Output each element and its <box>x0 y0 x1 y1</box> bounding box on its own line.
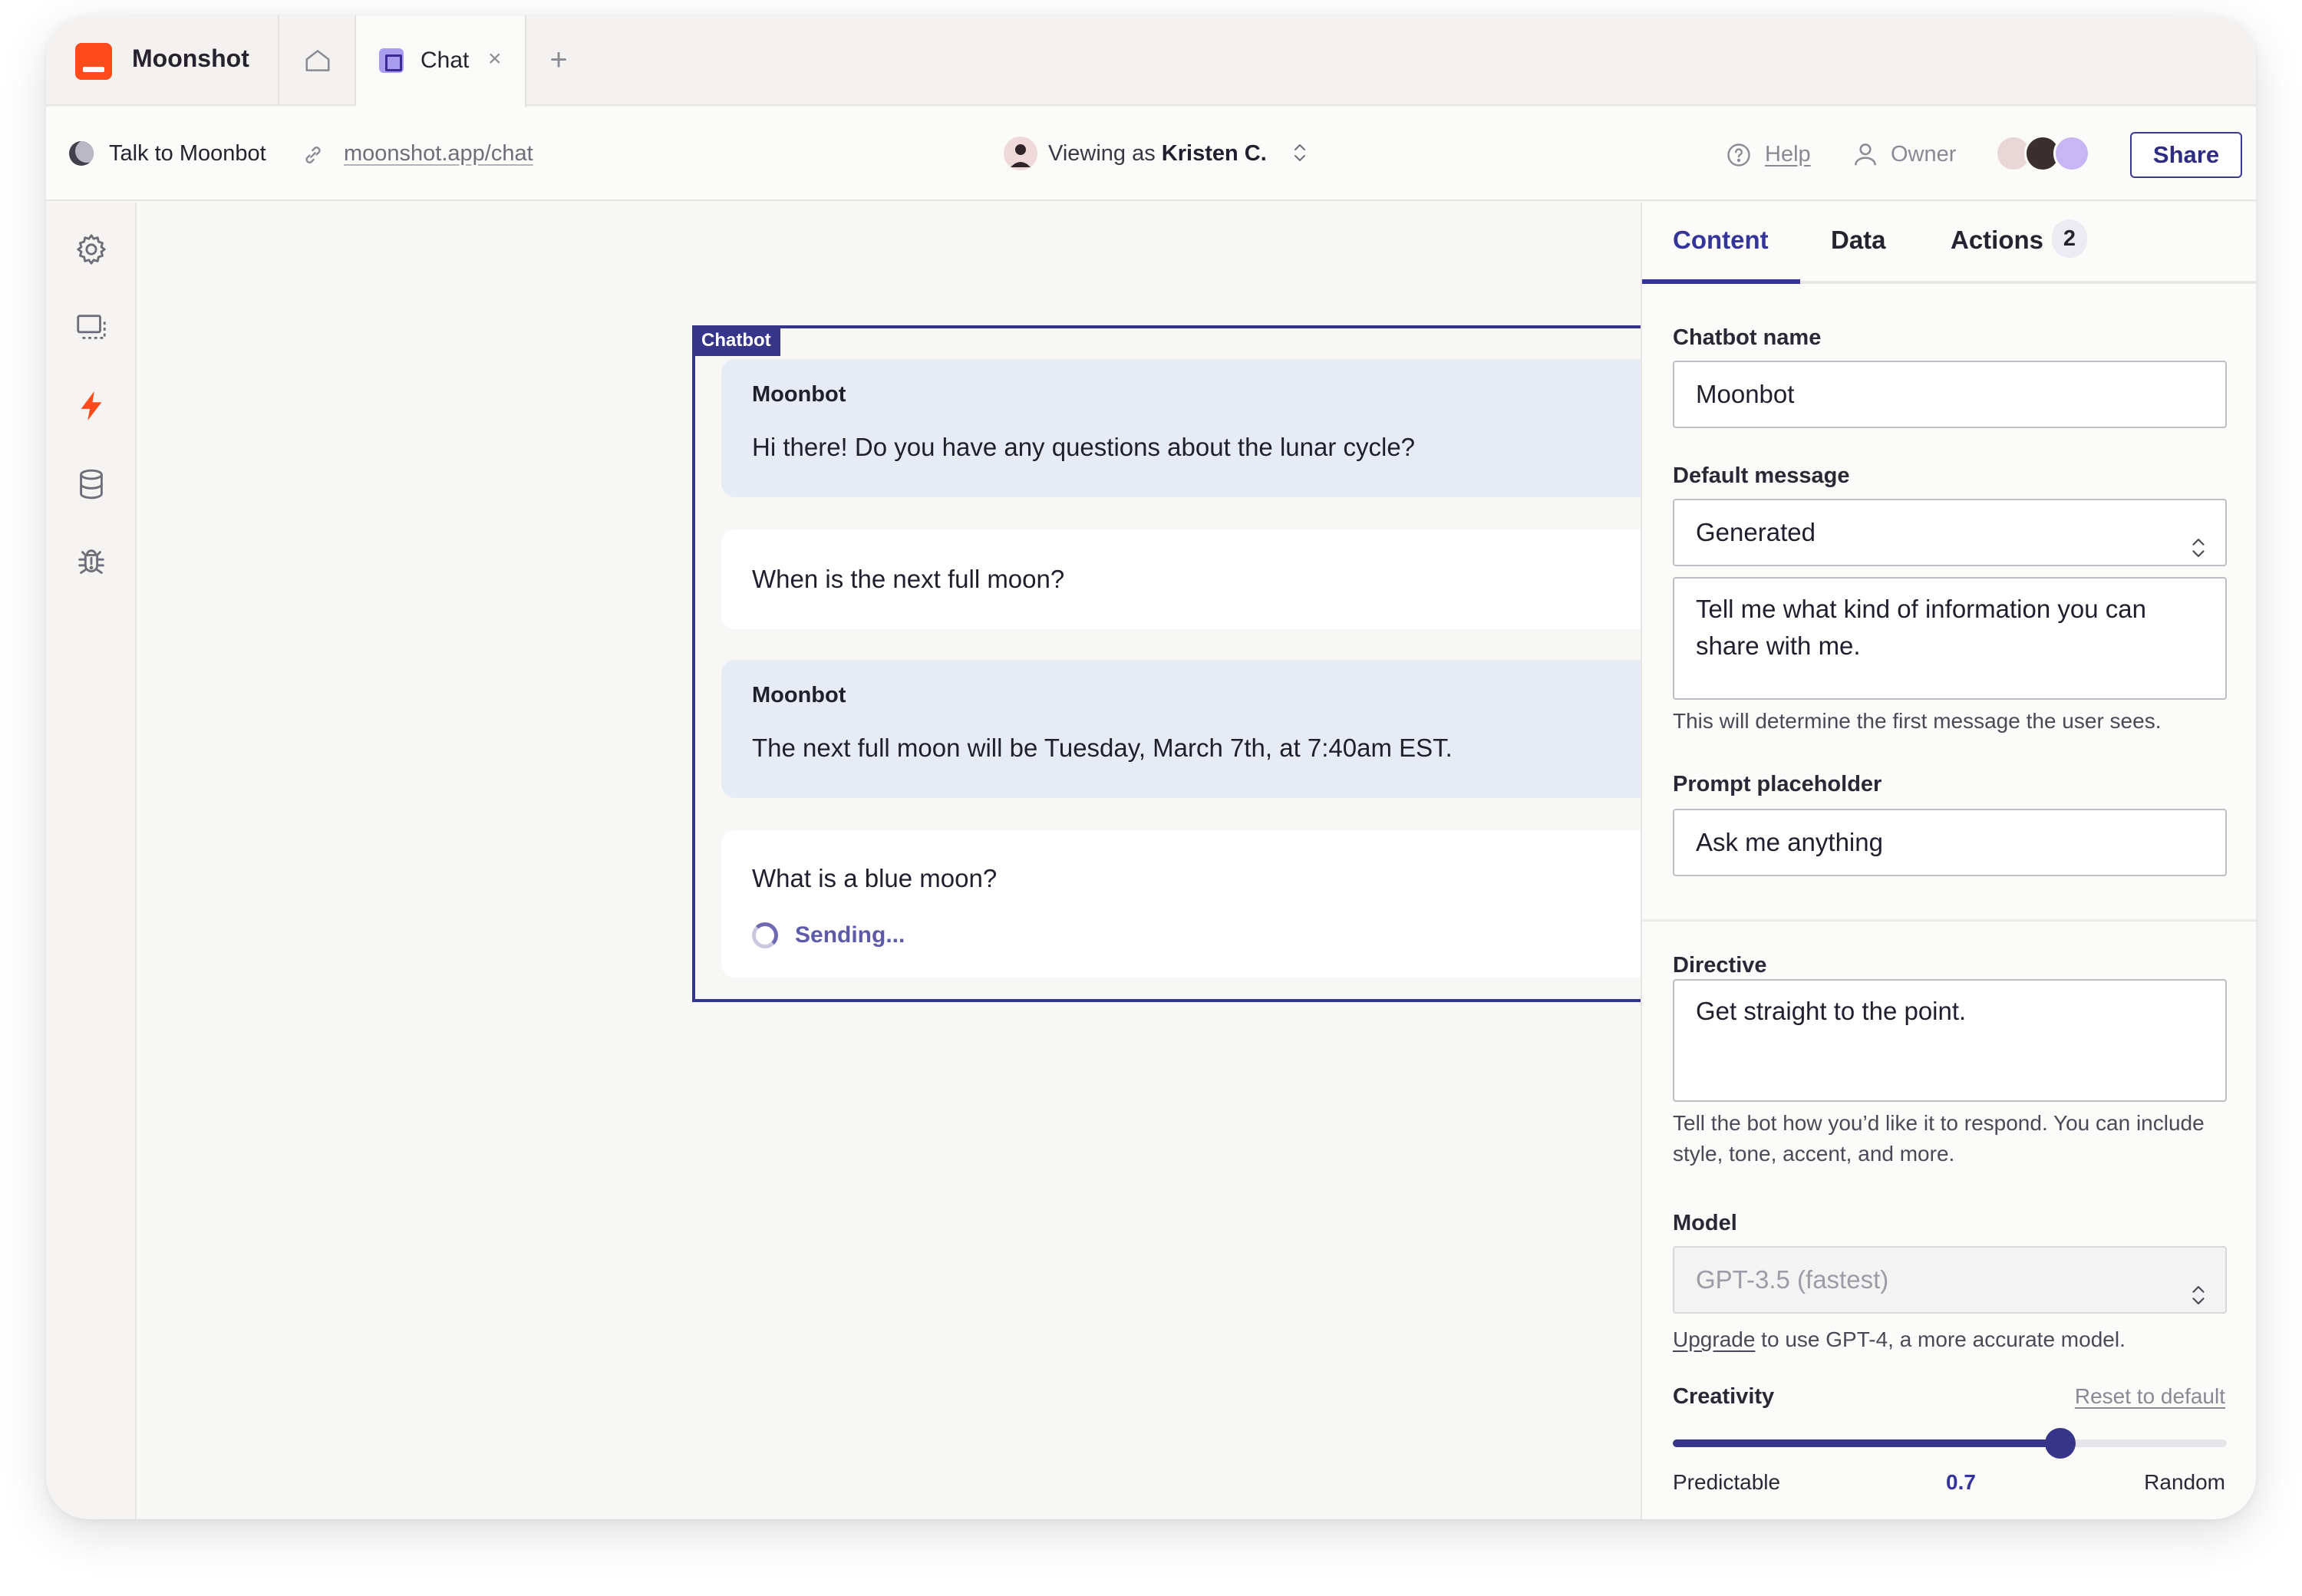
slider-min-label: Predictable <box>1673 1470 1781 1494</box>
link-icon <box>301 143 325 171</box>
prompt-placeholder-field[interactable]: Ask me anything <box>1673 809 2227 876</box>
chevron-updown-icon <box>2188 1268 2208 1332</box>
message-sender: Moonbot <box>752 683 846 707</box>
prompt-placeholder-label: Prompt placeholder <box>1673 772 1882 796</box>
message-text: The next full moon will be Tuesday, Marc… <box>752 734 1453 762</box>
message-text: What is a blue moon? <box>752 864 998 892</box>
group-icon <box>2053 135 2090 172</box>
section-divider <box>1642 919 2256 922</box>
model-label: Model <box>1673 1211 1737 1235</box>
select-value: GPT-3.5 (fastest) <box>1696 1265 1889 1294</box>
message-text: When is the next full moon? <box>752 565 1065 593</box>
slider-handle[interactable] <box>2045 1428 2076 1459</box>
close-icon[interactable]: × <box>488 46 502 72</box>
tab-chat[interactable]: Chat × <box>356 15 526 107</box>
settings-icon[interactable] <box>74 232 109 267</box>
moonshot-logo-icon <box>75 43 112 80</box>
project-url-link[interactable]: moonshot.app/chat <box>344 141 533 167</box>
tab-actions[interactable]: Actions <box>1951 226 2043 255</box>
app-window: Moonshot Chat × + Talk to Moonbot moonsh… <box>46 15 2256 1519</box>
tab-data[interactable]: Data <box>1831 226 1886 255</box>
bot-message: Moonbot Hi there! Do you have any questi… <box>721 359 1650 497</box>
share-button[interactable]: Share <box>2130 132 2242 178</box>
creativity-label: Creativity <box>1673 1384 1775 1409</box>
message-text: Hi there! Do you have any questions abou… <box>752 433 1416 461</box>
sending-label: Sending... <box>795 922 905 948</box>
spinner-icon <box>752 922 778 948</box>
model-select[interactable]: GPT-3.5 (fastest) <box>1673 1246 2227 1314</box>
app-tab[interactable]: Moonshot <box>46 15 279 106</box>
bot-message: Moonbot The next full moon will be Tuesd… <box>721 660 1650 798</box>
directive-label: Directive <box>1673 953 1767 978</box>
directive-textarea[interactable]: Get straight to the point. <box>1673 979 2227 1102</box>
tab-bar: Moonshot Chat × + <box>46 15 2256 107</box>
slider-fill <box>1673 1439 2061 1447</box>
actions-count-badge: 2 <box>2052 219 2087 258</box>
tab-content[interactable]: Content <box>1673 226 1769 255</box>
lightning-icon[interactable] <box>74 388 109 424</box>
display-icon[interactable] <box>74 310 109 345</box>
user-message: What is a blue moon? Sending... <box>721 830 1650 978</box>
tab-chat-label: Chat <box>420 48 470 73</box>
chevron-updown-icon <box>2188 520 2208 585</box>
model-hint: Upgrade to use GPT-4, a more accurate mo… <box>1673 1324 2233 1355</box>
sidebar <box>46 203 137 1519</box>
chatbot-name-label: Chatbot name <box>1673 325 1822 350</box>
default-message-hint: This will determine the first message th… <box>1673 709 2162 733</box>
message-sender: Moonbot <box>752 382 846 407</box>
active-tab-indicator <box>1642 279 1800 284</box>
chatbot-name-field[interactable]: Moonbot <box>1673 361 2227 428</box>
avatar <box>1004 137 1037 174</box>
user-message: When is the next full moon? <box>721 529 1650 629</box>
select-value: Generated <box>1696 518 1816 546</box>
chatbot-component[interactable]: Chatbot Moonbot Hi there! Do you have an… <box>692 325 1650 1002</box>
add-tab-button[interactable]: + <box>537 38 580 81</box>
chevron-updown-icon <box>1291 141 1309 168</box>
help-link[interactable]: Help <box>1765 142 1811 167</box>
home-icon <box>305 50 330 71</box>
moon-icon <box>69 141 94 166</box>
default-message-label: Default message <box>1673 463 1850 488</box>
component-tag: Chatbot <box>692 325 780 356</box>
collaborator-avatars[interactable] <box>1995 132 2090 175</box>
panel-tabs: Content Data Actions 2 <box>1642 203 2256 284</box>
bug-icon[interactable] <box>74 545 109 580</box>
directive-hint: Tell the bot how you’d like it to respon… <box>1673 1111 2205 1166</box>
default-message-select[interactable]: Generated <box>1673 499 2227 566</box>
viewing-as-label: Viewing as Kristen C. <box>1048 141 1267 166</box>
model-hint-text: to use GPT-4, a more accurate model. <box>1755 1327 2126 1351</box>
upgrade-link[interactable]: Upgrade <box>1673 1327 1755 1351</box>
creativity-slider[interactable] <box>1673 1428 2227 1459</box>
default-message-textarea[interactable]: Tell me what kind of information you can… <box>1673 577 2227 700</box>
home-tab[interactable] <box>279 15 356 106</box>
canvas: Chatbot Moonbot Hi there! Do you have an… <box>138 203 1650 1519</box>
toolbar: Talk to Moonbot moonshot.app/chat Viewin… <box>46 107 2256 201</box>
project-name: Talk to Moonbot <box>109 141 266 166</box>
chat-app-icon <box>379 48 404 73</box>
help-icon <box>1725 141 1753 173</box>
properties-panel: Content Data Actions 2 Chatbot name Moon… <box>1641 203 2256 1519</box>
database-icon[interactable] <box>74 467 109 502</box>
app-name: Moonshot <box>132 45 249 72</box>
user-icon <box>1851 140 1880 173</box>
owner-role-label[interactable]: Owner <box>1891 142 1956 167</box>
reset-to-default-link[interactable]: Reset to default <box>2075 1384 2225 1409</box>
slider-value: 0.7 <box>1946 1470 1976 1494</box>
slider-max-label: Random <box>2144 1470 2225 1494</box>
